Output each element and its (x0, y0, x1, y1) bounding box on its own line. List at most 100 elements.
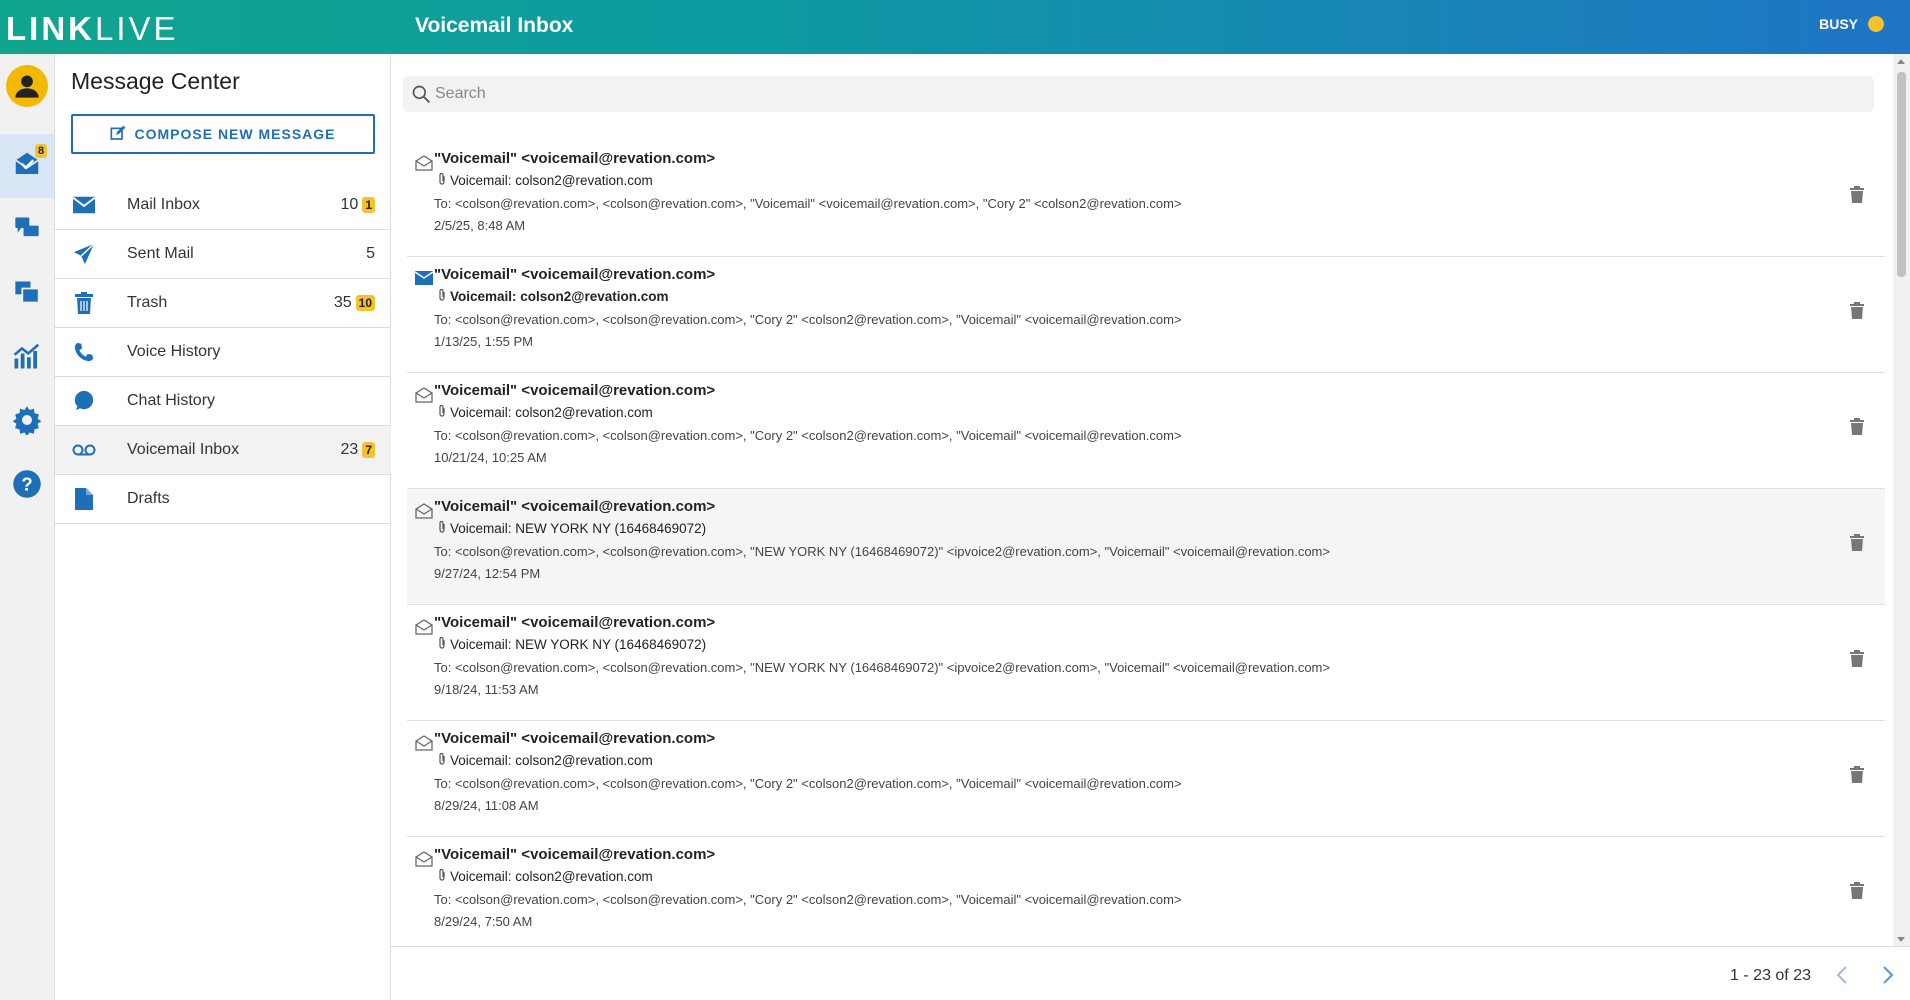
attachment-icon (437, 288, 447, 305)
previous-page-chevron-icon[interactable] (1832, 965, 1852, 985)
message-date: 10/21/24, 10:25 AM (434, 450, 547, 465)
app-rail: 8 ? (0, 54, 55, 1000)
compose-label: COMPOSE NEW MESSAGE (134, 126, 336, 142)
attachment-icon (437, 752, 447, 769)
search-icon (411, 84, 431, 104)
message-date: 8/29/24, 11:08 AM (434, 798, 539, 813)
avatar-icon (6, 65, 48, 107)
rail-settings[interactable] (0, 390, 54, 454)
envelope-icon (72, 193, 96, 217)
folder-label: Voice History (127, 343, 221, 360)
rail-analytics[interactable] (0, 326, 54, 390)
attachment-icon (437, 404, 447, 421)
message-date: 1/13/25, 1:55 PM (434, 334, 534, 349)
folder-mail-inbox[interactable]: Mail Inbox 10 1 (55, 181, 391, 230)
send-icon (72, 242, 96, 266)
attachment-icon (437, 172, 447, 189)
delete-trash-icon[interactable] (1850, 418, 1866, 436)
scrollbar-thumb[interactable] (1897, 72, 1906, 277)
compose-new-message-button[interactable]: COMPOSE NEW MESSAGE (71, 114, 375, 154)
unread-badge: 7 (362, 442, 375, 458)
vertical-scrollbar[interactable] (1893, 54, 1910, 946)
folder-label: Sent Mail (127, 245, 194, 262)
search-input[interactable] (435, 85, 1835, 103)
folder-drafts[interactable]: Drafts (55, 475, 391, 524)
app-logo: LINKLIVE (6, 10, 179, 47)
folder-label: Drafts (127, 490, 170, 507)
svg-text:?: ? (21, 473, 32, 494)
panel-title: Message Center (71, 68, 240, 94)
status-label: BUSY (1819, 16, 1858, 32)
rail-screen-share[interactable] (0, 262, 54, 326)
search-bar[interactable] (403, 76, 1874, 112)
folder-list: Mail Inbox 10 1 Sent Mail 5 Trash 35 10 Vo… (55, 181, 391, 524)
message-subject: Voicemail: colson2@revation.com (437, 868, 653, 885)
pagination-bar: 1 - 23 of 23 (391, 946, 1910, 1000)
folder-voice-history[interactable]: Voice History (55, 328, 391, 377)
attachment-icon (437, 868, 447, 885)
envelope-open-icon (415, 619, 433, 635)
message-from: "Voicemail" <voicemail@revation.com> (434, 730, 716, 747)
message-from: "Voicemail" <voicemail@revation.com> (434, 150, 716, 167)
message-row[interactable]: "Voicemail" <voicemail@revation.com> Voi… (407, 141, 1885, 257)
message-from: "Voicemail" <voicemail@revation.com> (434, 266, 716, 283)
envelope-open-icon (415, 387, 433, 403)
phone-icon (72, 340, 96, 364)
next-page-chevron-icon[interactable] (1878, 965, 1898, 985)
message-date: 9/27/24, 12:54 PM (434, 566, 541, 581)
trash-icon (72, 291, 96, 315)
message-row[interactable]: "Voicemail" <voicemail@revation.com> Voi… (407, 257, 1885, 373)
folder-chat-history[interactable]: Chat History (55, 377, 391, 426)
message-subject: Voicemail: NEW YORK NY (16468469072) (437, 636, 706, 653)
document-icon (72, 487, 96, 511)
unread-badge: 1 (362, 197, 375, 213)
delete-trash-icon[interactable] (1850, 766, 1866, 784)
message-recipients: To: <colson@revation.com>, <colson@revat… (434, 196, 1182, 211)
presence-status[interactable]: BUSY (1819, 16, 1884, 32)
message-row[interactable]: "Voicemail" <voicemail@revation.com> Voi… (407, 721, 1885, 837)
folder-count: 35 (333, 294, 352, 311)
message-row[interactable]: "Voicemail" <voicemail@revation.com> Voi… (407, 605, 1885, 721)
rail-help[interactable]: ? (0, 454, 54, 518)
folder-count: 23 (340, 441, 359, 458)
message-from: "Voicemail" <voicemail@revation.com> (434, 382, 716, 399)
rail-profile[interactable] (0, 54, 54, 118)
rail-chat[interactable] (0, 198, 54, 262)
message-from: "Voicemail" <voicemail@revation.com> (434, 614, 716, 631)
message-recipients: To: <colson@revation.com>, <colson@revat… (434, 428, 1182, 443)
message-row[interactable]: "Voicemail" <voicemail@revation.com> Voi… (407, 837, 1885, 947)
top-header: LINKLIVE Voicemail Inbox BUSY (0, 0, 1910, 54)
message-recipients: To: <colson@revation.com>, <colson@revat… (434, 544, 1330, 559)
delete-trash-icon[interactable] (1850, 186, 1866, 204)
voicemail-icon (72, 438, 96, 462)
envelope-open-icon (415, 735, 433, 751)
scroll-up-arrow-icon[interactable] (1897, 59, 1905, 64)
screen-share-icon (13, 278, 41, 311)
messages-badge: 8 (35, 144, 48, 158)
folder-sent-mail[interactable]: Sent Mail 5 (55, 230, 391, 279)
delete-trash-icon[interactable] (1850, 534, 1866, 552)
message-date: 2/5/25, 8:48 AM (434, 218, 526, 233)
message-recipients: To: <colson@revation.com>, <colson@revat… (434, 312, 1182, 327)
delete-trash-icon[interactable] (1850, 302, 1866, 320)
rail-messages[interactable]: 8 (0, 134, 54, 198)
folder-label: Mail Inbox (127, 196, 200, 213)
folder-label: Voicemail Inbox (127, 441, 240, 458)
message-center-panel: Message Center COMPOSE NEW MESSAGE Mail … (55, 54, 391, 1000)
folder-trash[interactable]: Trash 35 10 (55, 279, 391, 328)
attachment-icon (437, 636, 447, 653)
folder-label: Trash (127, 294, 168, 311)
message-from: "Voicemail" <voicemail@revation.com> (434, 846, 716, 863)
message-recipients: To: <colson@revation.com>, <colson@revat… (434, 776, 1182, 791)
message-row[interactable]: "Voicemail" <voicemail@revation.com> Voi… (407, 489, 1885, 605)
message-list: "Voicemail" <voicemail@revation.com> Voi… (407, 141, 1885, 947)
scroll-down-arrow-icon[interactable] (1897, 937, 1905, 942)
folder-voicemail-inbox[interactable]: Voicemail Inbox 23 7 (55, 426, 391, 475)
message-row[interactable]: "Voicemail" <voicemail@revation.com> Voi… (407, 373, 1885, 489)
delete-trash-icon[interactable] (1850, 882, 1866, 900)
page-title: Voicemail Inbox (415, 14, 574, 37)
delete-trash-icon[interactable] (1850, 650, 1866, 668)
message-recipients: To: <colson@revation.com>, <colson@revat… (434, 892, 1182, 907)
message-list-pane: "Voicemail" <voicemail@revation.com> Voi… (391, 54, 1910, 1000)
pagination-range: 1 - 23 of 23 (1730, 967, 1811, 984)
